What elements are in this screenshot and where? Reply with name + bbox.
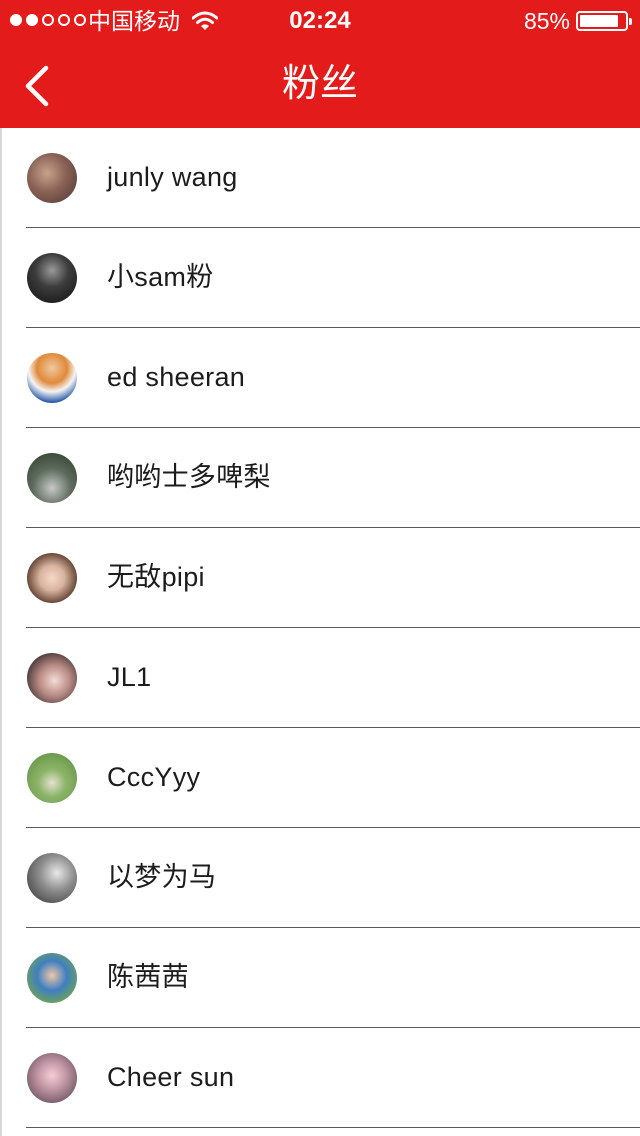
- follower-row[interactable]: junly wang: [2, 128, 640, 228]
- followers-screen: 中国移动 02:24 85% 粉丝 junly wang 小sam粉 ed sh…: [0, 0, 640, 1136]
- avatar: [27, 953, 77, 1003]
- follower-row[interactable]: 无敌pipi: [2, 528, 640, 628]
- follower-name: 以梦为马: [107, 862, 217, 892]
- follower-name: ed sheeran: [107, 362, 246, 392]
- battery-percent: 85%: [523, 8, 570, 34]
- avatar: [27, 153, 77, 203]
- follower-name: CccYyy: [107, 762, 201, 792]
- follower-name: 无敌pipi: [107, 562, 205, 592]
- header: 中国移动 02:24 85% 粉丝: [0, 0, 640, 128]
- avatar: [27, 353, 77, 403]
- follower-row[interactable]: ed sheeran: [2, 328, 640, 428]
- follower-row[interactable]: CccYyy: [2, 728, 640, 828]
- avatar: [27, 653, 77, 703]
- follower-row[interactable]: Cheer sun: [2, 1028, 640, 1128]
- nav-bar: 粉丝: [0, 42, 640, 128]
- battery-icon: [576, 11, 632, 31]
- follower-name: junly wang: [107, 162, 238, 192]
- divider: [26, 1127, 640, 1128]
- follower-name: 陈茜茜: [107, 962, 189, 992]
- follower-row[interactable]: JL1: [2, 628, 640, 728]
- follower-row[interactable]: 哟哟士多啤梨: [2, 428, 640, 528]
- avatar: [27, 453, 77, 503]
- follower-name: JL1: [107, 662, 152, 692]
- follower-name: 哟哟士多啤梨: [107, 462, 271, 492]
- status-bar: 中国移动 02:24 85%: [0, 0, 640, 42]
- follower-name: 小sam粉: [107, 262, 214, 292]
- follower-row[interactable]: 以梦为马: [2, 828, 640, 928]
- avatar: [27, 753, 77, 803]
- avatar: [27, 553, 77, 603]
- avatar: [27, 1053, 77, 1103]
- avatar: [27, 853, 77, 903]
- follower-name: Cheer sun: [107, 1062, 235, 1092]
- follower-row[interactable]: 小sam粉: [2, 228, 640, 328]
- page-title: 粉丝: [281, 63, 358, 105]
- followers-list: junly wang 小sam粉 ed sheeran 哟哟士多啤梨 无敌pip…: [0, 128, 640, 1136]
- follower-row[interactable]: 陈茜茜: [2, 928, 640, 1028]
- avatar: [27, 253, 77, 303]
